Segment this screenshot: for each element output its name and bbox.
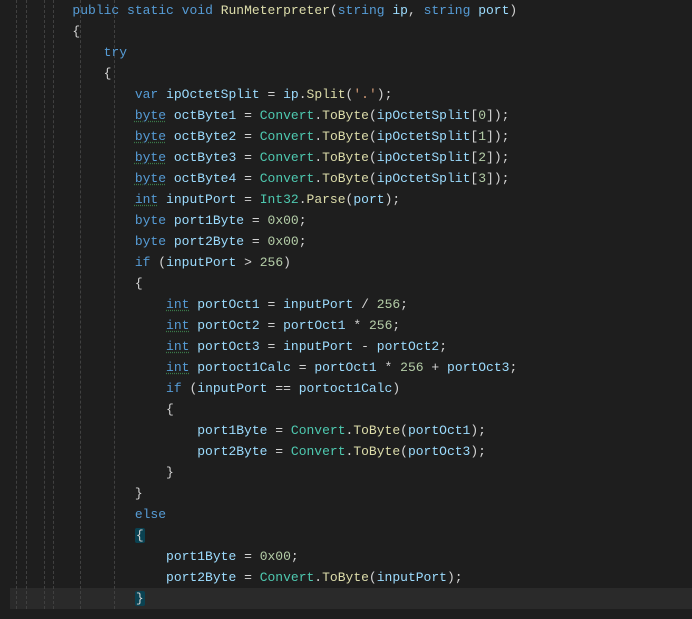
keyword-byte: byte (135, 171, 166, 186)
keyword-int: int (166, 297, 189, 312)
code-line[interactable]: var ipOctetSplit = ip.Split('.'); (10, 84, 692, 105)
code-line[interactable]: port2Byte = Convert.ToByte(inputPort); (10, 567, 692, 588)
var-port2Byte: port2Byte (174, 234, 244, 249)
param-ip: ip (392, 3, 408, 18)
keyword-byte: byte (135, 129, 166, 144)
keyword-int: int (166, 360, 189, 375)
keyword-else: else (135, 507, 166, 522)
code-line[interactable]: byte octByte4 = Convert.ToByte(ipOctetSp… (10, 168, 692, 189)
fn-parse: Parse (307, 192, 346, 207)
string-literal: '.' (353, 87, 376, 102)
current-line-highlight (10, 588, 692, 609)
keyword-if: if (166, 381, 182, 396)
type-convert: Convert (260, 108, 315, 123)
var-portOct1: portOct1 (197, 297, 259, 312)
var-portOct3: portOct3 (197, 339, 259, 354)
keyword-int: int (135, 192, 158, 207)
code-line[interactable]: int portOct2 = portOct1 * 256; (10, 315, 692, 336)
code-line[interactable]: int portOct1 = inputPort / 256; (10, 294, 692, 315)
code-line[interactable]: port2Byte = Convert.ToByte(portOct3); (10, 441, 692, 462)
code-line[interactable]: byte port1Byte = 0x00; (10, 210, 692, 231)
var-ipOctetSplit: ipOctetSplit (166, 87, 260, 102)
keyword-byte: byte (135, 213, 166, 228)
code-line[interactable]: byte octByte1 = Convert.ToByte(ipOctetSp… (10, 105, 692, 126)
code-line[interactable]: port1Byte = 0x00; (10, 546, 692, 567)
code-line[interactable]: int portoct1Calc = portOct1 * 256 + port… (10, 357, 692, 378)
keyword-if: if (135, 255, 151, 270)
code-line[interactable]: public static void RunMeterpreter(string… (10, 0, 692, 21)
type-int32: Int32 (260, 192, 299, 207)
param-port: port (478, 3, 509, 18)
code-line[interactable]: if (inputPort > 256) (10, 252, 692, 273)
code-line[interactable]: { (10, 63, 692, 84)
code-line[interactable]: byte octByte2 = Convert.ToByte(ipOctetSp… (10, 126, 692, 147)
var-octByte4: octByte4 (174, 171, 236, 186)
code-line[interactable]: int portOct3 = inputPort - portOct2; (10, 336, 692, 357)
code-line[interactable]: { (10, 525, 692, 546)
code-line[interactable]: byte octByte3 = Convert.ToByte(ipOctetSp… (10, 147, 692, 168)
keyword-byte: byte (135, 234, 166, 249)
var-portoct1Calc: portoct1Calc (197, 360, 291, 375)
keyword-static: static (127, 3, 174, 18)
var-octByte2: octByte2 (174, 129, 236, 144)
code-line[interactable]: } (10, 483, 692, 504)
matched-brace: } (135, 591, 145, 606)
code-line[interactable]: { (10, 21, 692, 42)
code-line[interactable]: if (inputPort == portoct1Calc) (10, 378, 692, 399)
matched-brace: { (135, 528, 145, 543)
keyword-void: void (182, 3, 213, 18)
keyword-var: var (135, 87, 158, 102)
code-line[interactable]: int inputPort = Int32.Parse(port); (10, 189, 692, 210)
code-line[interactable]: port1Byte = Convert.ToByte(portOct1); (10, 420, 692, 441)
code-editor[interactable]: public static void RunMeterpreter(string… (0, 0, 692, 609)
method-name: RunMeterpreter (221, 3, 330, 18)
keyword-byte: byte (135, 108, 166, 123)
code-line[interactable]: else (10, 504, 692, 525)
code-line[interactable]: try (10, 42, 692, 63)
keyword-string: string (338, 3, 385, 18)
fn-split: Split (307, 87, 346, 102)
var-inputPort: inputPort (166, 192, 236, 207)
var-port1Byte: port1Byte (174, 213, 244, 228)
var-ip: ip (283, 87, 299, 102)
code-line[interactable]: } (10, 588, 692, 609)
code-line[interactable]: { (10, 399, 692, 420)
var-portOct2: portOct2 (197, 318, 259, 333)
fn-tobyte: ToByte (322, 108, 369, 123)
code-line[interactable]: byte port2Byte = 0x00; (10, 231, 692, 252)
keyword-int: int (166, 339, 189, 354)
keyword-int: int (166, 318, 189, 333)
keyword-string: string (424, 3, 471, 18)
var-octByte3: octByte3 (174, 150, 236, 165)
keyword-public: public (72, 3, 119, 18)
code-line[interactable]: } (10, 462, 692, 483)
var-octByte1: octByte1 (174, 108, 236, 123)
code-line[interactable]: { (10, 273, 692, 294)
keyword-byte: byte (135, 150, 166, 165)
keyword-try: try (104, 45, 127, 60)
